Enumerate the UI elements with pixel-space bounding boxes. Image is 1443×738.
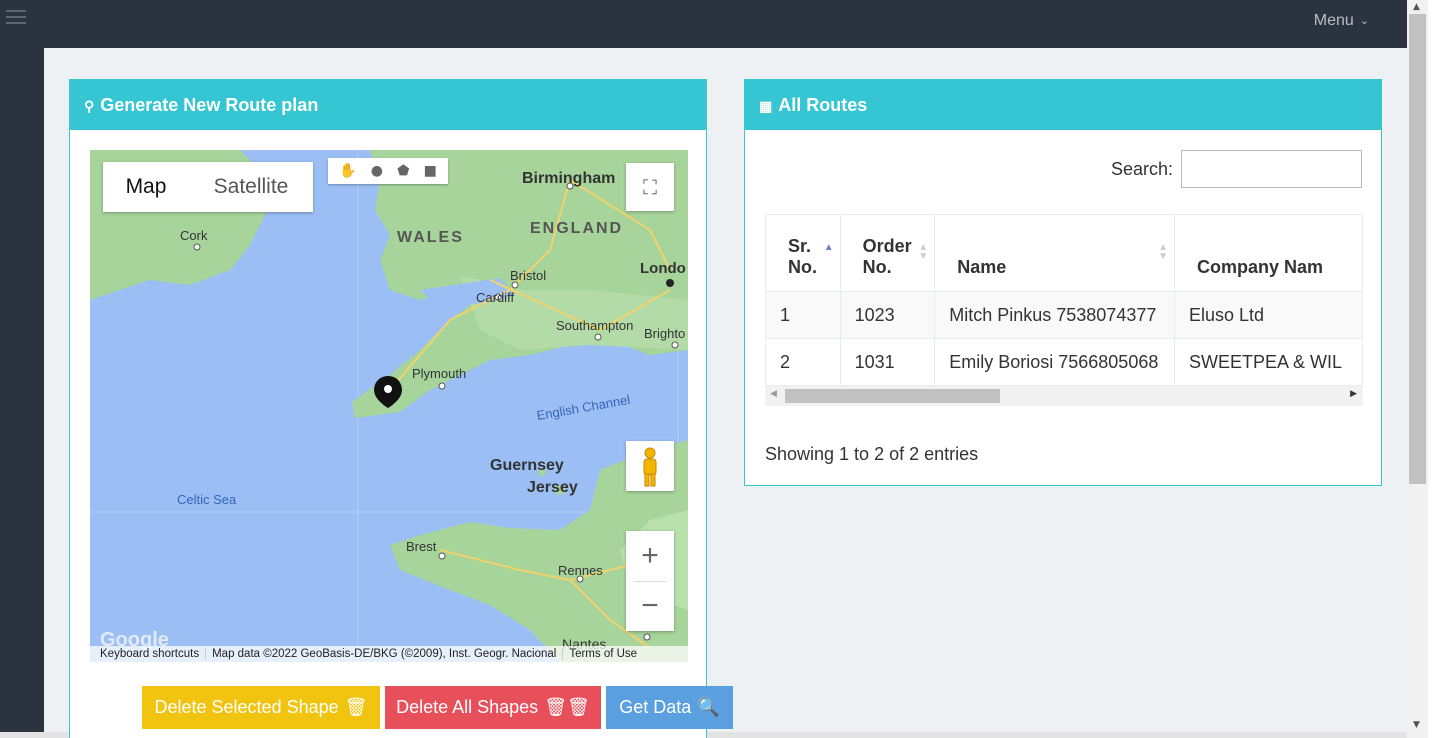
search-row: Search: <box>1111 150 1363 188</box>
cell-order-no: 1023 <box>839 291 936 339</box>
search-label: Search: <box>1111 158 1174 179</box>
map[interactable]: Birmingham ENGLAND WALES Cork Bristol Lo… <box>90 150 688 662</box>
map-type-map-button[interactable]: Map <box>103 162 189 212</box>
circle-icon[interactable]: ● <box>371 163 383 179</box>
sort-icon: ▲ ▼ <box>918 242 929 262</box>
cell-sr-no: 1 <box>765 291 841 339</box>
map-label-brest: Brest <box>406 539 437 554</box>
delete-all-shapes-button[interactable]: Delete All Shapes 🗑🗑 <box>385 686 601 729</box>
scroll-up-arrow-icon[interactable]: ▲ <box>1413 2 1420 12</box>
cell-sr-no: 2 <box>765 338 841 386</box>
map-label-cork: Cork <box>180 228 208 243</box>
top-bar: Menu ⌄ <box>0 0 1407 48</box>
vertical-scrollbar[interactable]: ▲ ▼ <box>1407 0 1428 738</box>
right-gutter <box>1428 0 1443 738</box>
table-row: 1 1023 Mitch Pinkus 7538074377 Eluso Ltd <box>765 291 1363 339</box>
column-header-company-name[interactable]: Company Nam <box>1173 214 1363 292</box>
sidebar <box>0 48 44 738</box>
cell-company: SWEETPEA & WIL <box>1173 338 1363 386</box>
map-data-text: Map data ©2022 GeoBasis-DE/BKG (©2009), … <box>206 648 564 660</box>
get-data-button[interactable]: Get Data 🔍 <box>606 686 733 729</box>
all-routes-header: ▦ All Routes <box>745 80 1381 130</box>
table-row: 2 1031 Emily Boriosi 7566805068 SWEETPEA… <box>765 338 1363 386</box>
map-label-brighton: Brighto <box>644 326 686 341</box>
column-header-name[interactable]: Name ▲ ▼ <box>934 214 1175 292</box>
route-plan-panel: ⚲ Generate New Route plan Birmingham ENG… <box>69 79 707 738</box>
map-label-southampton: Southampton <box>556 318 634 333</box>
map-type-control: Map Satellite <box>103 162 313 212</box>
table-info: Showing 1 to 2 of 2 entries <box>765 444 979 464</box>
zoom-out-icon[interactable]: − <box>626 581 674 631</box>
map-label-rennes: Rennes <box>558 563 603 578</box>
pegman-icon[interactable] <box>626 441 674 491</box>
scroll-down-arrow-icon[interactable]: ▼ <box>1413 720 1420 730</box>
all-routes-panel: ▦ All Routes Search: Sr. No. ▲ Order No. ▲ ▼… <box>744 79 1382 486</box>
delete-selected-shape-button[interactable]: Delete Selected Shape 🗑 <box>142 686 380 729</box>
cell-name: Emily Boriosi 7566805068 <box>934 338 1175 386</box>
cell-name: Mitch Pinkus 7538074377 <box>934 291 1175 339</box>
routes-table-wrapper: Sr. No. ▲ Order No. ▲ ▼ Name ▲ ▼ Company Nam … <box>765 214 1363 406</box>
map-label-cardiff: Cardiff <box>476 290 515 305</box>
scroll-right-arrow-icon[interactable]: ▶ <box>1350 389 1357 399</box>
map-label-jersey: Jersey <box>527 479 578 496</box>
map-label-birmingham: Birmingham <box>522 170 616 187</box>
table-scrollbar-thumb[interactable] <box>785 389 1000 403</box>
column-header-order-no[interactable]: Order No. ▲ ▼ <box>839 214 936 292</box>
trash-icon: 🗑 <box>344 697 368 717</box>
map-label-wales: WALES <box>397 229 464 246</box>
sort-asc-icon: ▲ <box>823 242 834 253</box>
map-marker-icon: ⚲ <box>84 98 95 114</box>
map-label-celtic-sea: Celtic Sea <box>177 492 237 507</box>
search-input[interactable] <box>1181 150 1363 188</box>
column-header-sr-no[interactable]: Sr. No. ▲ <box>765 214 841 292</box>
search-icon: 🔍 <box>697 697 720 717</box>
drawing-toolbar: ✋ ● ⬟ ■ <box>328 158 448 184</box>
zoom-control: + − <box>626 531 674 631</box>
polygon-icon[interactable]: ⬟ <box>397 163 409 179</box>
menu-dropdown[interactable]: Menu ⌄ <box>1314 12 1369 30</box>
delete-all-label: Delete All Shapes <box>396 697 539 717</box>
grid-icon: ▦ <box>759 98 773 114</box>
routes-table: Sr. No. ▲ Order No. ▲ ▼ Name ▲ ▼ Company Nam … <box>765 214 1363 386</box>
map-label-london: Londo <box>640 260 686 277</box>
hamburger-menu-icon[interactable] <box>6 10 26 28</box>
map-attribution: Keyboard shortcuts Map data ©2022 GeoBas… <box>90 646 688 662</box>
get-data-label: Get Data <box>619 697 692 717</box>
sort-icon: ▲ ▼ <box>1158 242 1168 262</box>
fullscreen-icon[interactable]: ⛶ <box>626 163 674 211</box>
terms-link[interactable]: Terms of Use <box>563 648 643 660</box>
cell-order-no: 1031 <box>839 338 936 386</box>
all-routes-title: All Routes <box>778 95 868 115</box>
route-plan-title: Generate New Route plan <box>100 95 319 115</box>
zoom-in-icon[interactable]: + <box>626 531 674 581</box>
route-plan-header: ⚲ Generate New Route plan <box>70 80 706 130</box>
map-type-satellite-button[interactable]: Satellite <box>189 162 313 212</box>
scrollbar-thumb[interactable] <box>1409 14 1426 484</box>
cell-company: Eluso Ltd <box>1173 291 1363 339</box>
keyboard-shortcuts-link[interactable]: Keyboard shortcuts <box>90 648 207 660</box>
scroll-left-arrow-icon[interactable]: ◀ <box>770 389 777 399</box>
chevron-down-icon: ⌄ <box>1359 15 1369 27</box>
map-label-plymouth: Plymouth <box>412 366 467 381</box>
map-label-bristol: Bristol <box>510 268 547 283</box>
map-label-guernsey: Guernsey <box>490 457 564 474</box>
delete-selected-label: Delete Selected Shape <box>154 697 339 717</box>
hand-icon[interactable]: ✋ <box>339 163 356 179</box>
menu-label: Menu <box>1313 12 1354 29</box>
rectangle-icon[interactable]: ■ <box>424 163 437 179</box>
table-horizontal-scrollbar[interactable]: ◀ ▶ <box>765 386 1363 406</box>
trash-icon: 🗑🗑 <box>544 697 590 717</box>
map-label-england: ENGLAND <box>530 220 624 237</box>
